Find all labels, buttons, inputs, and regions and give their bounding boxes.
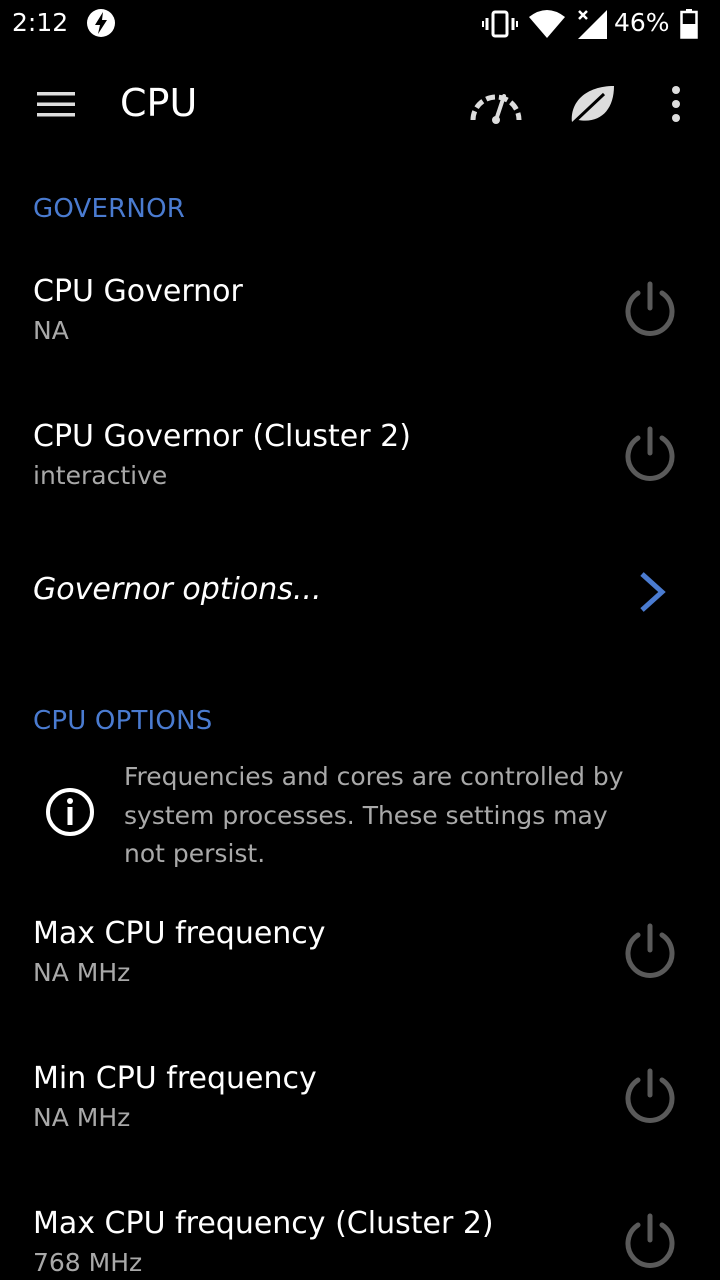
pref-title: CPU Governor: [33, 274, 243, 309]
pref-value: NA MHz: [33, 1103, 131, 1132]
status-time: 2:12: [12, 8, 69, 37]
pref-cpu-governor[interactable]: CPU Governor NA: [0, 274, 720, 364]
screen: 2:12 46% CPU GOVERNOR CPU Governor NA CP…: [0, 0, 720, 1280]
power-icon[interactable]: [620, 280, 680, 340]
pref-title: Max CPU frequency (Cluster 2): [33, 1206, 494, 1241]
flash-icon: [87, 9, 115, 37]
gauge-icon[interactable]: [468, 82, 524, 128]
leaf-icon[interactable]: [566, 80, 618, 128]
info-notice-text: Frequencies and cores are controlled by …: [124, 762, 624, 868]
pref-min-cpu-frequency[interactable]: Min CPU frequency NA MHz: [0, 1061, 720, 1151]
cell-signal-icon: [578, 10, 607, 39]
page-title: CPU: [120, 81, 198, 125]
power-icon[interactable]: [620, 922, 680, 982]
power-icon[interactable]: [620, 1067, 680, 1127]
vibrate-icon: [482, 10, 518, 38]
pref-value: NA MHz: [33, 958, 131, 987]
power-icon[interactable]: [620, 1212, 680, 1272]
pref-cpu-governor-cluster-2[interactable]: CPU Governor (Cluster 2) interactive: [0, 419, 720, 509]
section-header-cpu-options: CPU OPTIONS: [33, 706, 213, 736]
pref-title: Min CPU frequency: [33, 1061, 317, 1096]
power-icon[interactable]: [620, 425, 680, 485]
wifi-icon: [529, 10, 565, 38]
menu-icon[interactable]: [34, 84, 78, 124]
app-toolbar: CPU: [0, 56, 720, 152]
section-header-governor: GOVERNOR: [33, 194, 186, 224]
chevron-right-icon[interactable]: [636, 570, 670, 614]
pref-max-cpu-frequency-cluster-2[interactable]: Max CPU frequency (Cluster 2) 768 MHz: [0, 1206, 720, 1280]
pref-title: Max CPU frequency: [33, 916, 326, 951]
pref-value: NA: [33, 316, 69, 345]
governor-options-link[interactable]: Governor options...: [33, 572, 322, 607]
pref-value: interactive: [33, 461, 168, 490]
pref-value: 768 MHz: [33, 1248, 143, 1277]
battery-percent: 46%: [614, 8, 670, 37]
info-icon: [46, 788, 94, 836]
battery-icon: [680, 9, 698, 39]
pref-max-cpu-frequency[interactable]: Max CPU frequency NA MHz: [0, 916, 720, 1006]
status-bar: 2:12 46%: [0, 0, 720, 50]
pref-title: CPU Governor (Cluster 2): [33, 419, 411, 454]
more-vert-icon[interactable]: [662, 82, 690, 126]
